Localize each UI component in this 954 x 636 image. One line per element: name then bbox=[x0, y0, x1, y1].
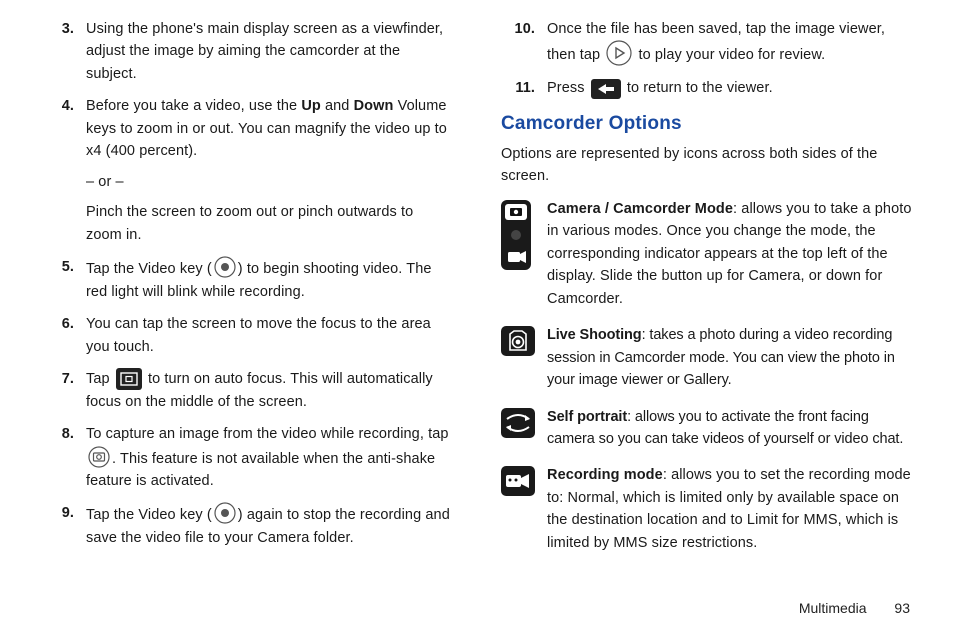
step-9: 9. Tap the Video key () again to stop th… bbox=[40, 502, 453, 549]
step-11: 11. Press to return to the viewer. bbox=[501, 77, 914, 99]
recording-mode-icon bbox=[501, 464, 537, 554]
option-camera-mode: Camera / Camcorder Mode: allows you to t… bbox=[501, 198, 914, 310]
step-8: 8. To capture an image from the video wh… bbox=[40, 423, 453, 492]
step-text: Tap the Video key () to begin shooting v… bbox=[86, 256, 453, 303]
step-text: Using the phone's main display screen as… bbox=[86, 18, 453, 85]
step-number: 11. bbox=[501, 77, 547, 99]
step-text: You can tap the screen to move the focus… bbox=[86, 313, 453, 358]
self-portrait-icon bbox=[501, 406, 537, 451]
step-text: Before you take a video, use the Up and … bbox=[86, 95, 453, 246]
step-text: Tap to turn on auto focus. This will aut… bbox=[86, 368, 453, 413]
step-6: 6. You can tap the screen to move the fo… bbox=[40, 313, 453, 358]
step-number: 9. bbox=[40, 502, 86, 549]
step-text: Once the file has been saved, tap the im… bbox=[547, 18, 914, 67]
mode-slider-icon bbox=[501, 198, 537, 310]
step-number: 6. bbox=[40, 313, 86, 358]
page-number: 93 bbox=[894, 600, 910, 616]
step-4: 4. Before you take a video, use the Up a… bbox=[40, 95, 453, 246]
step-number: 10. bbox=[501, 18, 547, 67]
step-7: 7. Tap to turn on auto focus. This will … bbox=[40, 368, 453, 413]
option-recording-mode: Recording mode: allows you to set the re… bbox=[501, 464, 914, 554]
play-icon bbox=[606, 40, 632, 66]
step-3: 3. Using the phone's main display screen… bbox=[40, 18, 453, 85]
live-shooting-icon bbox=[501, 324, 537, 391]
step-text: Tap the Video key () again to stop the r… bbox=[86, 502, 453, 549]
footer-section: Multimedia bbox=[799, 600, 867, 616]
step-alt: Pinch the screen to zoom out or pinch ou… bbox=[86, 201, 453, 246]
step-text: Press to return to the viewer. bbox=[547, 77, 914, 99]
step-number: 3. bbox=[40, 18, 86, 85]
back-icon bbox=[591, 79, 621, 99]
camera-icon bbox=[88, 446, 110, 468]
section-intro: Options are represented by icons across … bbox=[501, 143, 914, 188]
step-number: 7. bbox=[40, 368, 86, 413]
record-icon bbox=[214, 502, 236, 524]
step-number: 8. bbox=[40, 423, 86, 492]
page-footer: Multimedia 93 bbox=[0, 600, 954, 616]
step-text: To capture an image from the video while… bbox=[86, 423, 453, 492]
option-self-portrait: Self portrait: allows you to activate th… bbox=[501, 406, 914, 451]
step-number: 5. bbox=[40, 256, 86, 303]
section-heading: Camcorder Options bbox=[501, 109, 914, 138]
record-icon bbox=[214, 256, 236, 278]
step-10: 10. Once the file has been saved, tap th… bbox=[501, 18, 914, 67]
option-live-shooting: Live Shooting: takes a photo during a vi… bbox=[501, 324, 914, 391]
step-number: 4. bbox=[40, 95, 86, 246]
step-or: – or – bbox=[86, 171, 453, 193]
manual-page: 3. Using the phone's main display screen… bbox=[0, 0, 954, 600]
right-column: 10. Once the file has been saved, tap th… bbox=[501, 18, 914, 600]
autofocus-icon bbox=[116, 368, 142, 390]
step-5: 5. Tap the Video key () to begin shootin… bbox=[40, 256, 453, 303]
left-column: 3. Using the phone's main display screen… bbox=[40, 18, 453, 600]
